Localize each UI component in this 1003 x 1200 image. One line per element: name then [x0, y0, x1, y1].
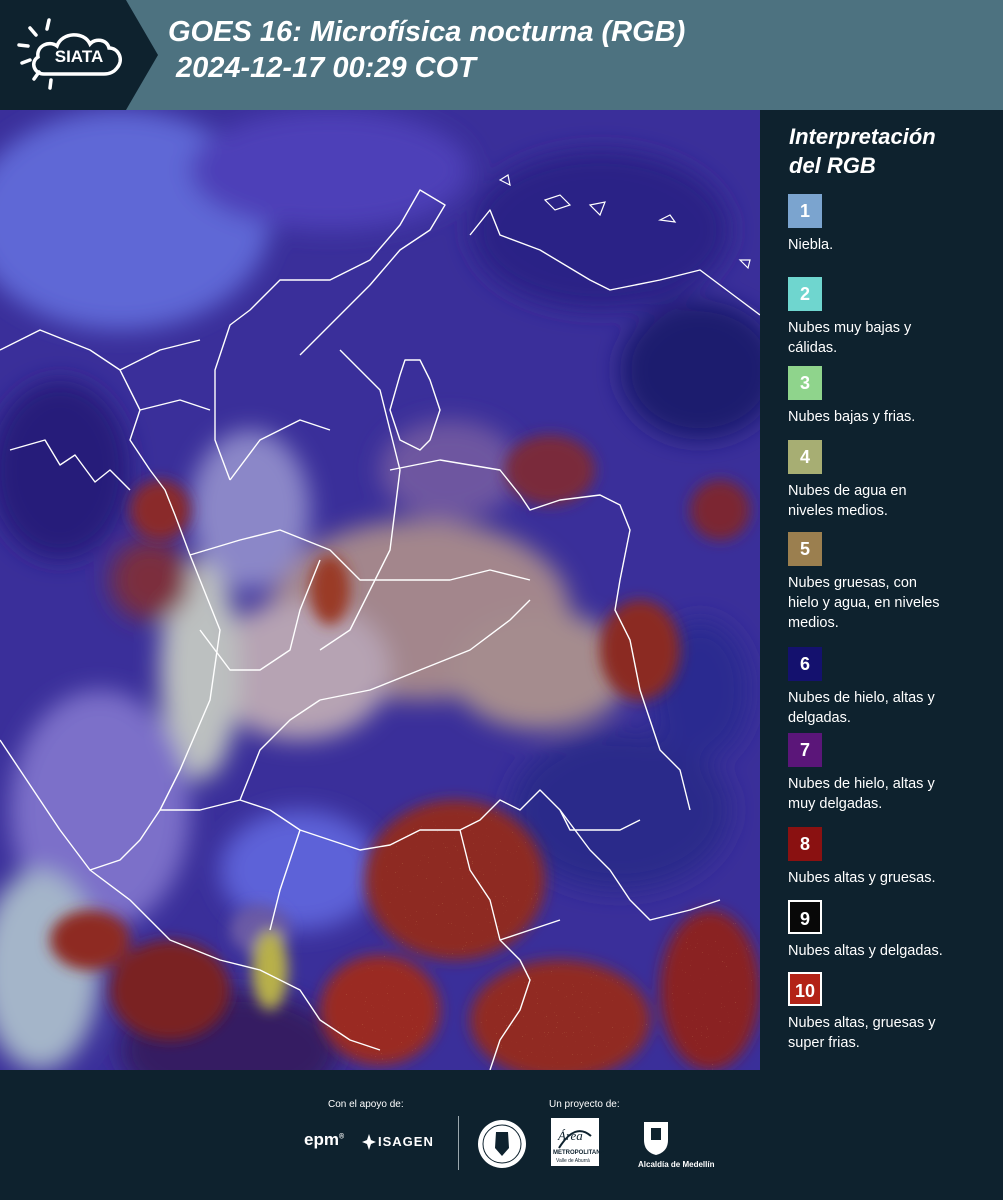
legend-title-line-1: Interpretación — [789, 124, 936, 149]
legend-label-line2: cálidas. — [788, 340, 838, 356]
legend-label-line2: hielo y agua, en niveles — [788, 595, 940, 611]
project-caption: Un proyecto de: — [549, 1099, 620, 1110]
legend-label: Nubes bajas y frias. — [788, 407, 1000, 427]
legend-item-2: 2 Nubes muy bajas y cálidas. — [788, 277, 1000, 358]
legend-label-line1: Nubes muy bajas y — [788, 320, 912, 336]
legend-item-10: 10 Nubes altas, gruesas y super frias. — [788, 972, 1000, 1053]
legend-title: Interpretación del RGB — [789, 122, 936, 180]
page-title: GOES 16: Microfísica nocturna (RGB) 2024… — [168, 14, 685, 86]
legend-label: Nubes gruesas, con hielo y agua, en nivel… — [788, 573, 1000, 633]
area-script: Área — [558, 1128, 583, 1143]
legend-item-7: 7 Nubes de hielo, altas y muy delgadas. — [788, 733, 1000, 814]
legend-label: Nubes de hielo, altas y delgadas. — [788, 688, 1000, 728]
title-line-1: GOES 16: Microfísica nocturna (RGB) — [168, 16, 686, 48]
alcaldia-name: Alcaldía de Medellín — [638, 1160, 715, 1169]
legend-swatch: 3 — [788, 366, 822, 400]
legend-item-3: 3 Nubes bajas y frias. — [788, 366, 1000, 427]
legend-label: Nubes muy bajas y cálidas. — [788, 318, 1000, 358]
epm-logo: epm® — [304, 1130, 345, 1149]
legend-swatch: 8 — [788, 827, 822, 861]
legend-item-9: 9 Nubes altas y delgadas. — [788, 900, 1000, 961]
area-sub: Valle de Aburrá — [556, 1158, 590, 1164]
legend-label-line1: Niebla. — [788, 237, 834, 253]
satellite-map[interactable] — [0, 110, 760, 1070]
legend-label-line1: Nubes de hielo, altas y — [788, 690, 935, 706]
rgb-legend: Interpretación del RGB 1 Niebla. 2 Nubes mu… — [760, 110, 1003, 1070]
legend-swatch: 9 — [788, 900, 822, 934]
alcaldia-crest-icon — [644, 1122, 668, 1155]
legend-item-6: 6 Nubes de hielo, altas y delgadas. — [788, 647, 1000, 728]
legend-label-line3: medios. — [788, 615, 839, 631]
legend-swatch: 2 — [788, 277, 822, 311]
legend-item-5: 5 Nubes gruesas, con hielo y agua, en nive… — [788, 532, 1000, 633]
brand-name: SIATA — [55, 47, 103, 66]
isagen-logo: ISAGEN — [378, 1134, 434, 1149]
legend-label: Nubes de hielo, altas y muy delgadas. — [788, 774, 1000, 814]
legend-label-line1: Nubes altas, gruesas y — [788, 1015, 936, 1031]
legend-label-line1: Nubes gruesas, con — [788, 575, 917, 591]
legend-label-line2: niveles medios. — [788, 503, 888, 519]
title-line-2: 2024-12-17 00:29 COT — [176, 52, 476, 84]
area-name: METROPOLITANA — [553, 1150, 605, 1156]
legend-item-4: 4 Nubes de agua en niveles medios. — [788, 440, 1000, 521]
isagen-icon — [362, 1134, 376, 1150]
legend-label-line1: Nubes bajas y frias. — [788, 409, 916, 425]
legend-label: Nubes de agua en niveles medios. — [788, 481, 1000, 521]
seal-icon — [478, 1120, 526, 1168]
legend-label-line1: Nubes altas y gruesas. — [788, 870, 936, 886]
legend-swatch: 4 — [788, 440, 822, 474]
legend-swatch: 6 — [788, 647, 822, 681]
legend-swatch: 1 — [788, 194, 822, 228]
legend-swatch: 10 — [788, 972, 822, 1006]
legend-label: Niebla. — [788, 235, 1000, 255]
legend-label-line1: Nubes altas y delgadas. — [788, 943, 943, 959]
footer-divider — [458, 1116, 459, 1170]
epm-logo-text: epm — [304, 1130, 339, 1149]
legend-label-line1: Nubes de agua en — [788, 483, 907, 499]
legend-label-line2: muy delgadas. — [788, 796, 883, 812]
legend-title-line-2: del RGB — [789, 153, 876, 178]
legend-item-8: 8 Nubes altas y gruesas. — [788, 827, 1000, 888]
legend-item-1: 1 Niebla. — [788, 194, 1000, 255]
legend-label-line1: Nubes de hielo, altas y — [788, 776, 935, 792]
footer: Con el apoyo de: Un proyecto de: epm® IS… — [0, 1070, 1003, 1200]
legend-label: Nubes altas, gruesas y super frias. — [788, 1013, 1000, 1053]
legend-swatch: 5 — [788, 532, 822, 566]
legend-label-line2: super frias. — [788, 1035, 860, 1051]
legend-label-line2: delgadas. — [788, 710, 851, 726]
legend-swatch: 7 — [788, 733, 822, 767]
header: SIATA GOES 16: Microfísica nocturna (RGB… — [0, 0, 1003, 110]
legend-label: Nubes altas y delgadas. — [788, 941, 1000, 961]
support-caption: Con el apoyo de: — [328, 1099, 404, 1110]
legend-label: Nubes altas y gruesas. — [788, 868, 1000, 888]
header-logo-band: SIATA — [0, 0, 158, 110]
